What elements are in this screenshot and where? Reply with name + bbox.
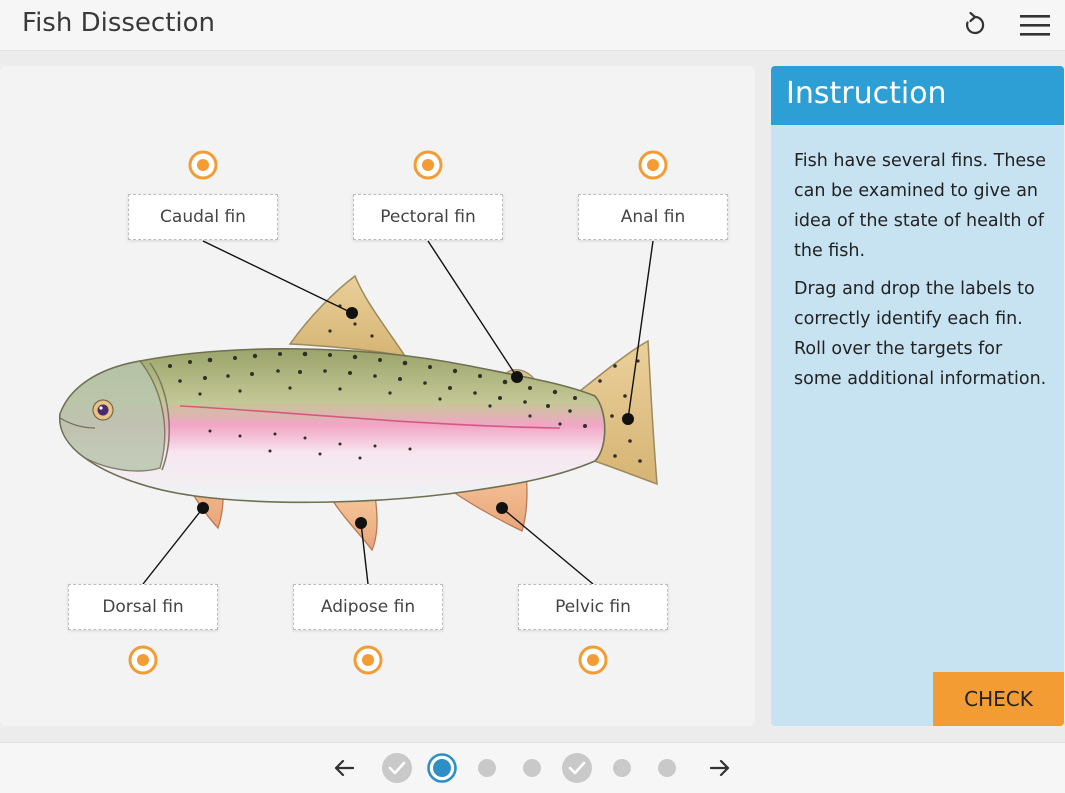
reset-button[interactable]	[958, 8, 992, 42]
dot-icon	[523, 759, 541, 777]
page-dot-6[interactable]	[613, 759, 631, 781]
instruction-body: Fish have several fins. These can be exa…	[794, 146, 1049, 402]
menu-button[interactable]	[1018, 8, 1052, 42]
prev-button[interactable]	[331, 755, 357, 781]
pagination-bar	[0, 742, 1065, 793]
instruction-paragraph-1: Fish have several fins. These can be exa…	[794, 151, 1047, 261]
instruction-header: Instruction	[771, 66, 1064, 125]
label-caudal-fin[interactable]: Caudal fin	[128, 194, 278, 240]
current-page-icon	[427, 753, 457, 783]
label-pectoral-fin[interactable]: Pectoral fin	[353, 194, 503, 240]
fish-head	[59, 360, 166, 472]
next-button[interactable]	[707, 755, 733, 781]
target-bottom-3[interactable]	[578, 645, 608, 675]
page-dot-7[interactable]	[658, 759, 676, 781]
target-top-1[interactable]	[188, 150, 218, 180]
target-icon	[413, 150, 443, 180]
arrow-left-icon	[334, 759, 355, 777]
check-button[interactable]: CHECK	[933, 672, 1064, 726]
check-icon	[382, 753, 412, 783]
instruction-paragraph-2: Drag and drop the labels to correctly id…	[794, 279, 1047, 389]
target-icon	[128, 645, 158, 675]
target-top-2[interactable]	[413, 150, 443, 180]
dissection-stage: Caudal fin Pectoral fin Anal fin Dorsal …	[0, 66, 755, 726]
arrow-right-icon	[709, 759, 730, 777]
page-dot-5-completed[interactable]	[562, 753, 592, 787]
hamburger-menu-icon	[1020, 15, 1050, 36]
target-icon	[188, 150, 218, 180]
label-anal-fin[interactable]: Anal fin	[578, 194, 728, 240]
dot-icon	[478, 759, 496, 777]
instruction-panel: Instruction Fish have several fins. Thes…	[771, 66, 1064, 726]
label-dorsal-fin[interactable]: Dorsal fin	[68, 584, 218, 630]
reset-icon	[966, 11, 985, 35]
instruction-title: Instruction	[786, 76, 947, 111]
target-bottom-2[interactable]	[353, 645, 383, 675]
page-dot-2-current[interactable]	[427, 753, 457, 787]
check-icon	[562, 753, 592, 783]
target-bottom-1[interactable]	[128, 645, 158, 675]
page-title: Fish Dissection	[22, 8, 216, 38]
target-top-3[interactable]	[638, 150, 668, 180]
target-icon	[578, 645, 608, 675]
dot-icon	[658, 759, 676, 777]
target-icon	[638, 150, 668, 180]
top-bar: Fish Dissection	[0, 0, 1065, 51]
label-pelvic-fin[interactable]: Pelvic fin	[518, 584, 668, 630]
page-dot-3[interactable]	[478, 759, 496, 781]
dot-icon	[613, 759, 631, 777]
target-icon	[353, 645, 383, 675]
label-adipose-fin[interactable]: Adipose fin	[293, 584, 443, 630]
page-dot-4[interactable]	[523, 759, 541, 781]
page-dot-1-completed[interactable]	[382, 753, 412, 787]
